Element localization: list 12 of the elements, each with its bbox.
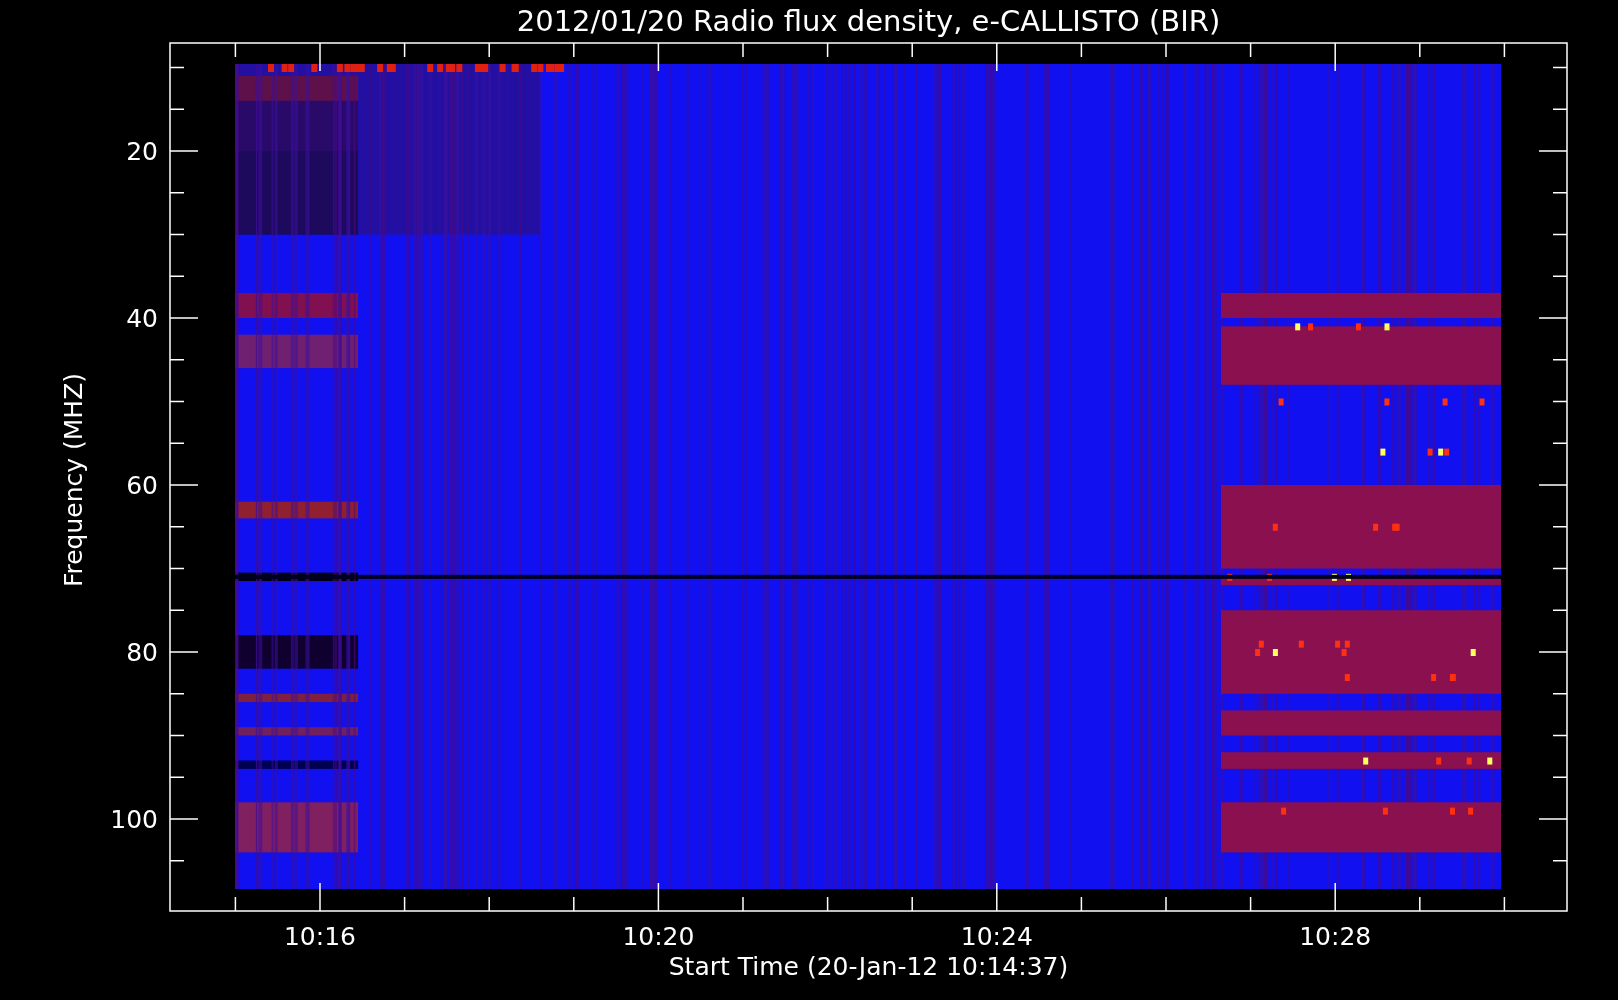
y-tick-label: 60: [126, 471, 158, 500]
x-tick-label: 10:20: [622, 922, 695, 951]
x-axis-label: Start Time (20-Jan-12 10:14:37): [668, 952, 1069, 981]
x-tick-label: 10:28: [1299, 922, 1372, 951]
x-tick-label: 10:24: [960, 922, 1033, 951]
x-tick-label: 10:16: [284, 922, 356, 951]
y-tick-label: 40: [126, 304, 158, 333]
y-tick-label: 20: [126, 137, 158, 166]
chart-title: 2012/01/20 Radio flux density, e-CALLISTO (BIR): [516, 4, 1221, 38]
y-axis-label: Frequency (MHZ): [59, 372, 88, 588]
y-tick-label: 80: [126, 638, 158, 667]
y-tick-label: 100: [110, 805, 158, 834]
